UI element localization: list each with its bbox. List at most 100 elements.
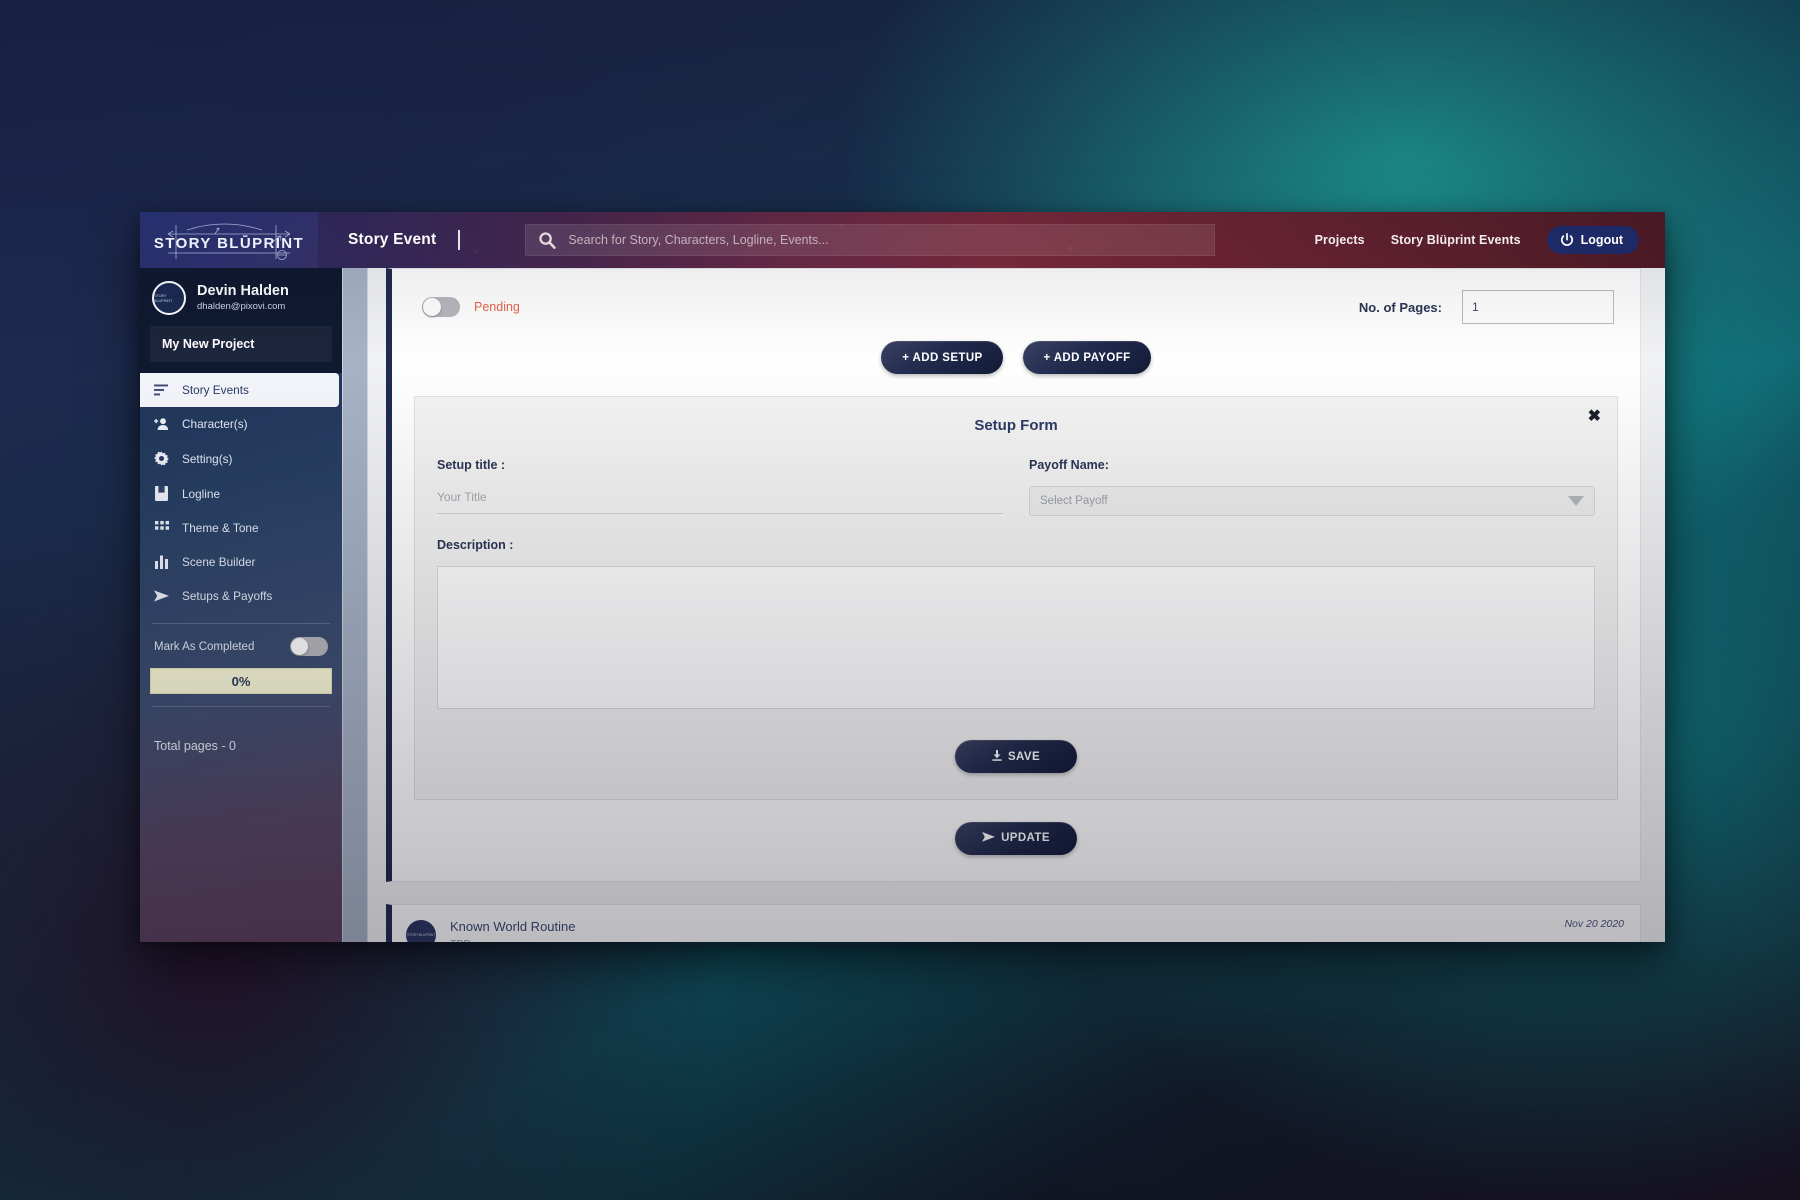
sidebar-item-logline[interactable]: Logline <box>140 476 342 511</box>
save-button[interactable]: SAVE <box>955 740 1077 773</box>
search-bar[interactable] <box>525 224 1216 256</box>
add-payoff-button[interactable]: + ADD PAYOFF <box>1023 341 1151 374</box>
description-textarea[interactable] <box>437 566 1595 709</box>
sidebar-item-characters[interactable]: Character(s) <box>140 407 342 441</box>
sidebar-item-label: Setups & Payoffs <box>182 589 273 603</box>
vertical-scrollbar[interactable] <box>342 268 368 942</box>
mark-as-completed-row: Mark As Completed <box>140 624 342 668</box>
close-icon[interactable]: ✖ <box>1588 409 1601 425</box>
setup-title-input[interactable] <box>437 486 1003 514</box>
sidebar-item-label: Logline <box>182 486 221 501</box>
chevron-down-icon <box>1568 496 1584 506</box>
app-window: STORY BLŪPRINT Story Event Projects Stor… <box>140 212 1665 942</box>
event-title: Known World Routine <box>450 919 576 934</box>
title-divider <box>458 230 461 250</box>
project-selector-wrap: My New Project <box>140 326 342 373</box>
sidebar: STORY BLUPRINT Devin Halden dhalden@pixo… <box>140 268 342 942</box>
sidebar-item-label: Character(s) <box>182 417 248 431</box>
book-icon <box>154 486 169 501</box>
status-toggle[interactable] <box>422 297 460 317</box>
download-icon <box>992 749 1002 764</box>
nav-link-story-bluprint-events[interactable]: Story Blüprint Events <box>1391 233 1521 247</box>
event-list: STORY BLUPRINT Known World Routine TBD N… <box>386 904 1641 942</box>
save-row: SAVE <box>437 740 1595 773</box>
sidebar-item-story-events[interactable]: Story Events <box>140 373 339 407</box>
top-navigation: Projects Story Blüprint Events Logout <box>1315 226 1665 254</box>
user-profile-block[interactable]: STORY BLUPRINT Devin Halden dhalden@pixo… <box>140 268 342 326</box>
toggle-knob <box>291 638 308 655</box>
sidebar-item-label: Theme & Tone <box>182 521 259 535</box>
story-event-panel: Pending No. of Pages: + ADD SETUP + ADD … <box>386 268 1641 882</box>
power-icon <box>1560 233 1573 246</box>
update-row: UPDATE <box>414 822 1618 855</box>
add-setup-button[interactable]: + ADD SETUP <box>881 341 1004 374</box>
top-header-bar: STORY BLŪPRINT Story Event Projects Stor… <box>140 212 1665 268</box>
search-input[interactable] <box>568 233 1203 247</box>
event-meta: Nov 20 2020 <box>1564 918 1624 942</box>
event-main: Known World Routine TBD <box>450 918 1564 942</box>
pages-input[interactable] <box>1462 290 1614 324</box>
pages-group: No. of Pages: <box>1359 290 1614 324</box>
story-bluprint-logo-icon: STORY BLŪPRINT <box>154 223 304 260</box>
send-icon <box>154 590 169 602</box>
status-badge: Pending <box>474 300 520 314</box>
list-item[interactable]: STORY BLUPRINT Known World Routine TBD N… <box>386 904 1641 942</box>
nav-link-projects[interactable]: Projects <box>1315 233 1365 247</box>
sidebar-item-theme-tone[interactable]: Theme & Tone <box>140 511 342 545</box>
list-lines-icon <box>154 384 169 396</box>
save-label: SAVE <box>1007 750 1041 763</box>
setup-form-fields: Setup title : Payoff Name: Select Payoff <box>437 458 1595 516</box>
avatar: STORY BLUPRINT <box>152 281 186 315</box>
avatar-logo-mark: STORY BLUPRINT <box>154 293 173 303</box>
update-button[interactable]: UPDATE <box>955 822 1077 855</box>
user-name: Devin Halden <box>197 282 289 299</box>
bar-chart-icon <box>154 555 169 569</box>
payoff-name-field-group: Payoff Name: Select Payoff <box>1029 458 1595 516</box>
content-area: Pending No. of Pages: + ADD SETUP + ADD … <box>342 268 1665 942</box>
payoff-select[interactable]: Select Payoff <box>1029 486 1595 516</box>
status-row: Pending No. of Pages: <box>414 287 1618 327</box>
sidebar-item-label: Setting(s) <box>182 451 233 466</box>
content-scroll-region: Pending No. of Pages: + ADD SETUP + ADD … <box>368 268 1665 942</box>
avatar-logo-mark: STORY BLUPRINT <box>406 933 436 937</box>
description-label: Description : <box>437 538 514 552</box>
pages-label: No. of Pages: <box>1358 299 1442 315</box>
grid-icon <box>154 521 169 535</box>
avatar: STORY BLUPRINT <box>406 920 436 942</box>
setup-title-label: Setup title : <box>437 458 506 472</box>
logout-button[interactable]: Logout <box>1546 226 1639 254</box>
setup-title-field-group: Setup title : <box>437 458 1003 516</box>
mark-as-completed-toggle[interactable] <box>290 637 328 656</box>
update-label: UPDATE <box>1001 832 1050 844</box>
gear-icon <box>154 451 169 466</box>
page-title: Story Event <box>348 231 437 248</box>
svg-text:STORY BLŪPRINT: STORY BLŪPRINT <box>154 235 304 252</box>
payoff-select-value: Select Payoff <box>1040 495 1108 507</box>
user-email: dhalden@pixovi.com <box>197 300 286 312</box>
app-body: STORY BLUPRINT Devin Halden dhalden@pixo… <box>140 268 1665 942</box>
sidebar-nav-list: Story Events Character(s) Setting(s) Log… <box>140 373 342 613</box>
payoff-select-wrap: Select Payoff <box>1029 486 1595 516</box>
setup-form: ✖ Setup Form Setup title : Payoff Name: <box>414 396 1618 800</box>
setup-form-title: Setup Form <box>974 417 1058 434</box>
send-icon <box>982 832 996 845</box>
mark-as-completed-label: Mark As Completed <box>154 640 255 653</box>
project-name-pill[interactable]: My New Project <box>150 326 332 362</box>
search-icon <box>539 232 557 249</box>
sidebar-item-label: Story Events <box>182 383 249 397</box>
sidebar-item-settings[interactable]: Setting(s) <box>140 441 342 476</box>
app-logo[interactable]: STORY BLŪPRINT <box>140 212 318 268</box>
sidebar-item-setups-payoffs[interactable]: Setups & Payoffs <box>140 579 342 613</box>
add-actions-row: + ADD SETUP + ADD PAYOFF <box>414 341 1618 374</box>
desktop-backdrop: STORY BLŪPRINT Story Event Projects Stor… <box>0 0 1800 1200</box>
event-date: Nov 20 2020 <box>1564 918 1624 930</box>
progress-percent-label: 0% <box>231 673 251 689</box>
progress-bar: 0% <box>150 668 332 694</box>
toggle-knob <box>423 298 441 316</box>
sidebar-item-label: Scene Builder <box>182 555 256 569</box>
total-pages-label: Total pages - 0 <box>154 739 236 753</box>
event-subtitle: TBD <box>450 938 1564 942</box>
sidebar-item-scene-builder[interactable]: Scene Builder <box>140 545 342 579</box>
add-person-icon <box>154 417 169 431</box>
payoff-name-label: Payoff Name: <box>1029 458 1109 472</box>
